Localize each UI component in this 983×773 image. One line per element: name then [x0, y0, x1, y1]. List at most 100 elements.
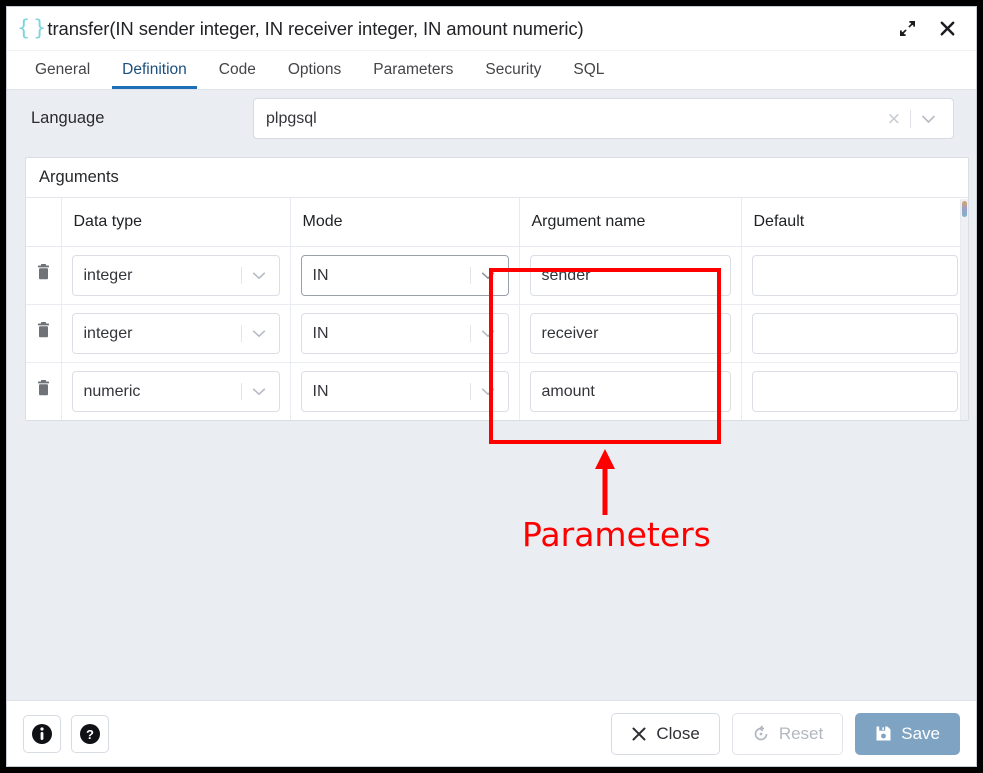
function-braces-icon: { } — [17, 18, 44, 39]
chevron-down-icon[interactable] — [911, 114, 945, 124]
table-row: integer IN — [26, 305, 968, 363]
argument-name-cell: receiver — [519, 305, 741, 363]
data-type-value: integer — [84, 325, 241, 343]
data-type-select[interactable]: integer — [72, 255, 280, 296]
dialog-titlebar: { } transfer(IN sender integer, IN recei… — [7, 7, 976, 51]
mode-select[interactable]: IN — [301, 371, 509, 412]
chevron-down-icon[interactable] — [471, 387, 504, 396]
default-cell — [741, 305, 968, 363]
data-type-value: integer — [84, 267, 241, 285]
mode-cell: IN — [290, 247, 519, 305]
function-properties-dialog: { } transfer(IN sender integer, IN recei… — [6, 6, 977, 767]
argument-name-value: sender — [542, 267, 591, 285]
tab-definition[interactable]: Definition — [106, 51, 203, 89]
tab-options-label: Options — [288, 61, 341, 79]
column-header-data-type: Data type — [61, 198, 290, 247]
delete-row-cell — [26, 305, 61, 363]
dialog-footer: ? Close Reset — [7, 700, 976, 766]
chevron-down-icon[interactable] — [242, 271, 275, 280]
save-button-label: Save — [901, 724, 940, 744]
scrollbar-thumb[interactable] — [962, 201, 967, 217]
tab-general-label: General — [35, 61, 90, 79]
data-type-cell: integer — [61, 305, 290, 363]
titlebar-actions — [896, 18, 964, 40]
default-input[interactable] — [752, 313, 959, 354]
info-icon — [31, 723, 53, 745]
clear-icon[interactable]: × — [878, 109, 910, 129]
mode-value: IN — [313, 383, 470, 401]
argument-name-input[interactable]: receiver — [530, 313, 731, 354]
definition-tab-panel: Language plpgsql × Arguments — [7, 90, 976, 700]
arguments-panel: Arguments Data type Mode Argument name D… — [25, 157, 969, 421]
column-header-argument-name: Argument name — [519, 198, 741, 247]
argument-name-value: receiver — [542, 325, 599, 343]
arguments-table: Data type Mode Argument name Default — [26, 198, 968, 420]
column-header-mode: Mode — [290, 198, 519, 247]
argument-name-input[interactable]: amount — [530, 371, 731, 412]
annotation-label: Parameters — [522, 515, 711, 554]
mode-cell: IN — [290, 305, 519, 363]
argument-name-cell: sender — [519, 247, 741, 305]
save-button[interactable]: Save — [855, 713, 960, 755]
tab-code-label: Code — [219, 61, 256, 79]
table-row: numeric IN — [26, 363, 968, 421]
chevron-down-icon[interactable] — [242, 329, 275, 338]
tab-security-label: Security — [485, 61, 541, 79]
reset-icon — [752, 725, 770, 743]
data-type-select[interactable]: integer — [72, 313, 280, 354]
tab-general[interactable]: General — [19, 51, 106, 89]
mode-value: IN — [313, 267, 470, 285]
tab-sql[interactable]: SQL — [557, 51, 620, 89]
close-icon — [631, 726, 647, 742]
language-select[interactable]: plpgsql × — [253, 98, 954, 139]
question-mark-icon: ? — [79, 723, 101, 745]
argument-name-cell: amount — [519, 363, 741, 421]
close-icon[interactable] — [936, 18, 958, 40]
table-header-row: Data type Mode Argument name Default — [26, 198, 968, 247]
tab-security[interactable]: Security — [469, 51, 557, 89]
tab-code[interactable]: Code — [203, 51, 272, 89]
table-row: integer IN — [26, 247, 968, 305]
tab-sql-label: SQL — [573, 61, 604, 79]
mode-select[interactable]: IN — [301, 313, 509, 354]
chevron-down-icon[interactable] — [471, 271, 504, 280]
reset-button-label: Reset — [779, 724, 823, 744]
arguments-scrollbar[interactable] — [960, 199, 968, 420]
default-input[interactable] — [752, 255, 959, 296]
mode-select[interactable]: IN — [301, 255, 509, 296]
mode-cell: IN — [290, 363, 519, 421]
data-type-value: numeric — [84, 383, 241, 401]
language-value: plpgsql — [266, 110, 878, 128]
default-cell — [741, 247, 968, 305]
help-button[interactable]: ? — [71, 715, 109, 753]
expand-icon[interactable] — [896, 18, 918, 40]
trash-icon[interactable] — [36, 380, 52, 398]
chevron-down-icon[interactable] — [471, 329, 504, 338]
close-button[interactable]: Close — [611, 713, 719, 755]
tab-parameters[interactable]: Parameters — [357, 51, 469, 89]
argument-name-value: amount — [542, 383, 595, 401]
data-type-cell: integer — [61, 247, 290, 305]
arguments-panel-title: Arguments — [26, 158, 968, 198]
default-input[interactable] — [752, 371, 959, 412]
dialog-title: transfer(IN sender integer, IN receiver … — [47, 18, 583, 40]
annotation-arrow-icon — [594, 447, 616, 515]
trash-icon[interactable] — [36, 322, 52, 340]
delete-row-cell — [26, 247, 61, 305]
tab-options[interactable]: Options — [272, 51, 357, 89]
mode-value: IN — [313, 325, 470, 343]
chevron-down-icon[interactable] — [242, 387, 275, 396]
close-button-label: Close — [656, 724, 699, 744]
delete-row-cell — [26, 363, 61, 421]
save-disk-icon — [875, 725, 892, 742]
column-header-default: Default — [741, 198, 968, 247]
column-header-delete — [26, 198, 61, 247]
data-type-select[interactable]: numeric — [72, 371, 280, 412]
tab-parameters-label: Parameters — [373, 61, 453, 79]
language-label: Language — [25, 109, 253, 128]
reset-button[interactable]: Reset — [732, 713, 843, 755]
language-row: Language plpgsql × — [7, 90, 976, 147]
argument-name-input[interactable]: sender — [530, 255, 731, 296]
trash-icon[interactable] — [36, 264, 52, 282]
info-button[interactable] — [23, 715, 61, 753]
